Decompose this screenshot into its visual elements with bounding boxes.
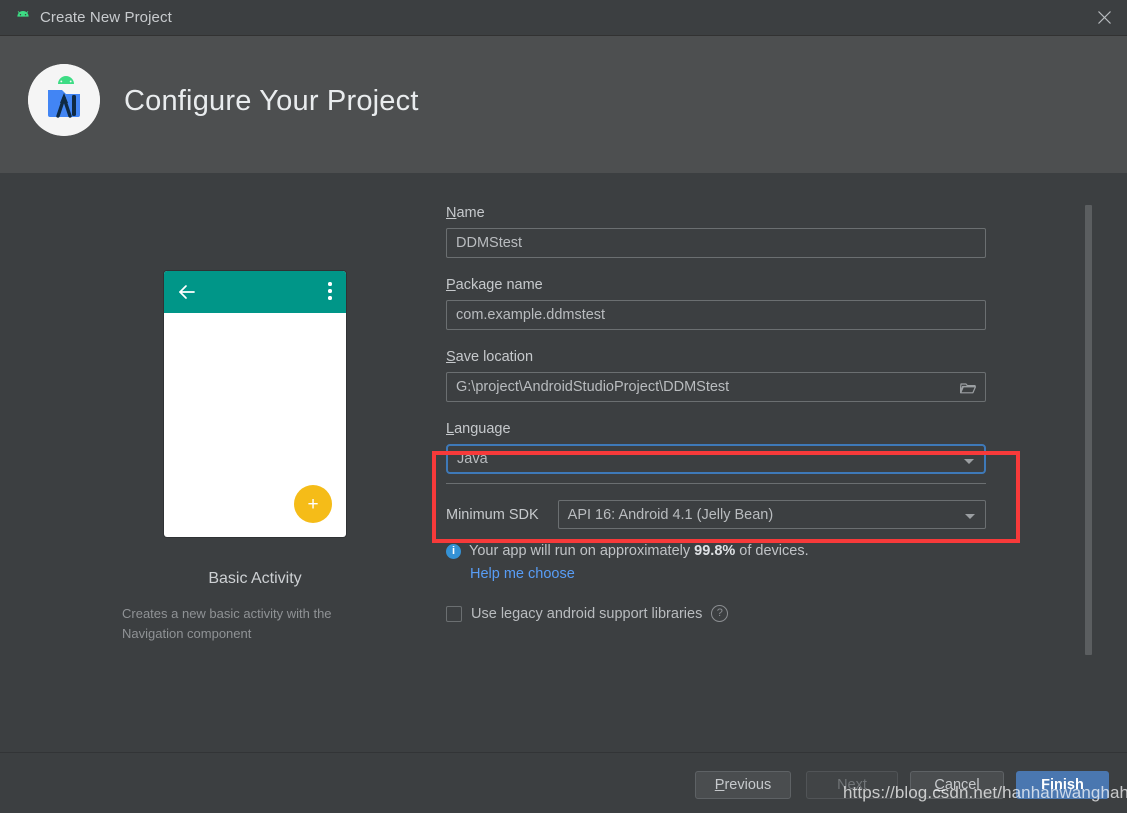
- package-name-label: Package name: [446, 277, 543, 293]
- save-location-input[interactable]: G:\project\AndroidStudioProject\DDMStest: [446, 372, 986, 402]
- dialog-header: Configure Your Project: [0, 36, 1127, 173]
- device-coverage-info: i Your app will run on approximately 99.…: [446, 543, 986, 559]
- arrow-back-icon: [177, 282, 197, 302]
- create-new-project-dialog: Create New Project Configure Your Projec…: [0, 0, 1127, 813]
- legacy-libraries-label: Use legacy android support libraries: [471, 605, 703, 622]
- preview-app-bar: [164, 271, 346, 313]
- minimum-sdk-selected-value: API 16: Android 4.1 (Jelly Bean): [567, 506, 774, 523]
- window-title: Create New Project: [40, 9, 172, 26]
- language-select[interactable]: Java: [446, 444, 986, 474]
- info-icon: i: [446, 544, 461, 559]
- project-config-form: Name DDMStest Package name com.example.d…: [446, 205, 986, 622]
- question-mark-icon[interactable]: ?: [711, 605, 729, 622]
- watermark-text: https://blog.csdn.net/hanhanwanghaha: [843, 783, 1127, 802]
- legacy-libraries-checkbox[interactable]: [446, 605, 462, 622]
- chevron-down-icon: [965, 514, 975, 519]
- name-input[interactable]: DDMStest: [446, 228, 986, 258]
- name-input-value: DDMStest: [456, 235, 523, 251]
- chevron-down-icon: [964, 459, 974, 464]
- previous-button[interactable]: Previous: [695, 771, 791, 799]
- template-preview-panel: + Basic Activity Creates a new basic act…: [100, 271, 410, 644]
- save-location-field-group: Save location G:\project\AndroidStudioPr…: [446, 349, 986, 402]
- dialog-body: + Basic Activity Creates a new basic act…: [0, 173, 1127, 752]
- package-name-field-group: Package name com.example.ddmstest: [446, 277, 986, 330]
- save-location-input-value: G:\project\AndroidStudioProject\DDMStest: [456, 379, 730, 395]
- name-label: Name: [446, 205, 485, 221]
- legacy-libraries-row[interactable]: Use legacy android support libraries ?: [446, 605, 986, 622]
- minimum-sdk-label: Minimum SDK: [446, 506, 539, 523]
- template-name: Basic Activity: [208, 570, 302, 587]
- android-studio-logo-icon: [28, 64, 100, 136]
- close-icon[interactable]: [1081, 0, 1127, 35]
- language-label: Language: [446, 421, 511, 437]
- save-location-label: Save location: [446, 349, 534, 365]
- name-field-group: Name DDMStest: [446, 205, 986, 258]
- template-description: Creates a new basic activity with the Na…: [122, 606, 332, 641]
- overflow-menu-icon: [328, 282, 332, 302]
- minimum-sdk-row: Minimum SDK API 16: Android 4.1 (Jelly B…: [446, 500, 986, 529]
- activity-preview-image: +: [164, 271, 346, 537]
- page-title: Configure Your Project: [124, 85, 419, 117]
- minimum-sdk-select[interactable]: API 16: Android 4.1 (Jelly Bean): [557, 500, 986, 529]
- language-selected-value: Java: [457, 451, 488, 467]
- title-bar: Create New Project: [0, 0, 1127, 36]
- help-me-choose-link[interactable]: Help me choose: [470, 566, 986, 582]
- package-name-input[interactable]: com.example.ddmstest: [446, 300, 986, 330]
- form-scrollbar-thumb[interactable]: [1085, 205, 1092, 655]
- folder-icon[interactable]: [959, 381, 977, 394]
- plus-icon: +: [294, 485, 332, 523]
- form-scrollbar[interactable]: [1085, 205, 1092, 680]
- language-field-group: Language Java: [446, 421, 986, 484]
- android-robot-icon: [14, 10, 32, 26]
- language-field-underline: [446, 483, 986, 484]
- package-name-input-value: com.example.ddmstest: [456, 307, 606, 323]
- device-coverage-text: Your app will run on approximately 99.8%…: [469, 543, 809, 559]
